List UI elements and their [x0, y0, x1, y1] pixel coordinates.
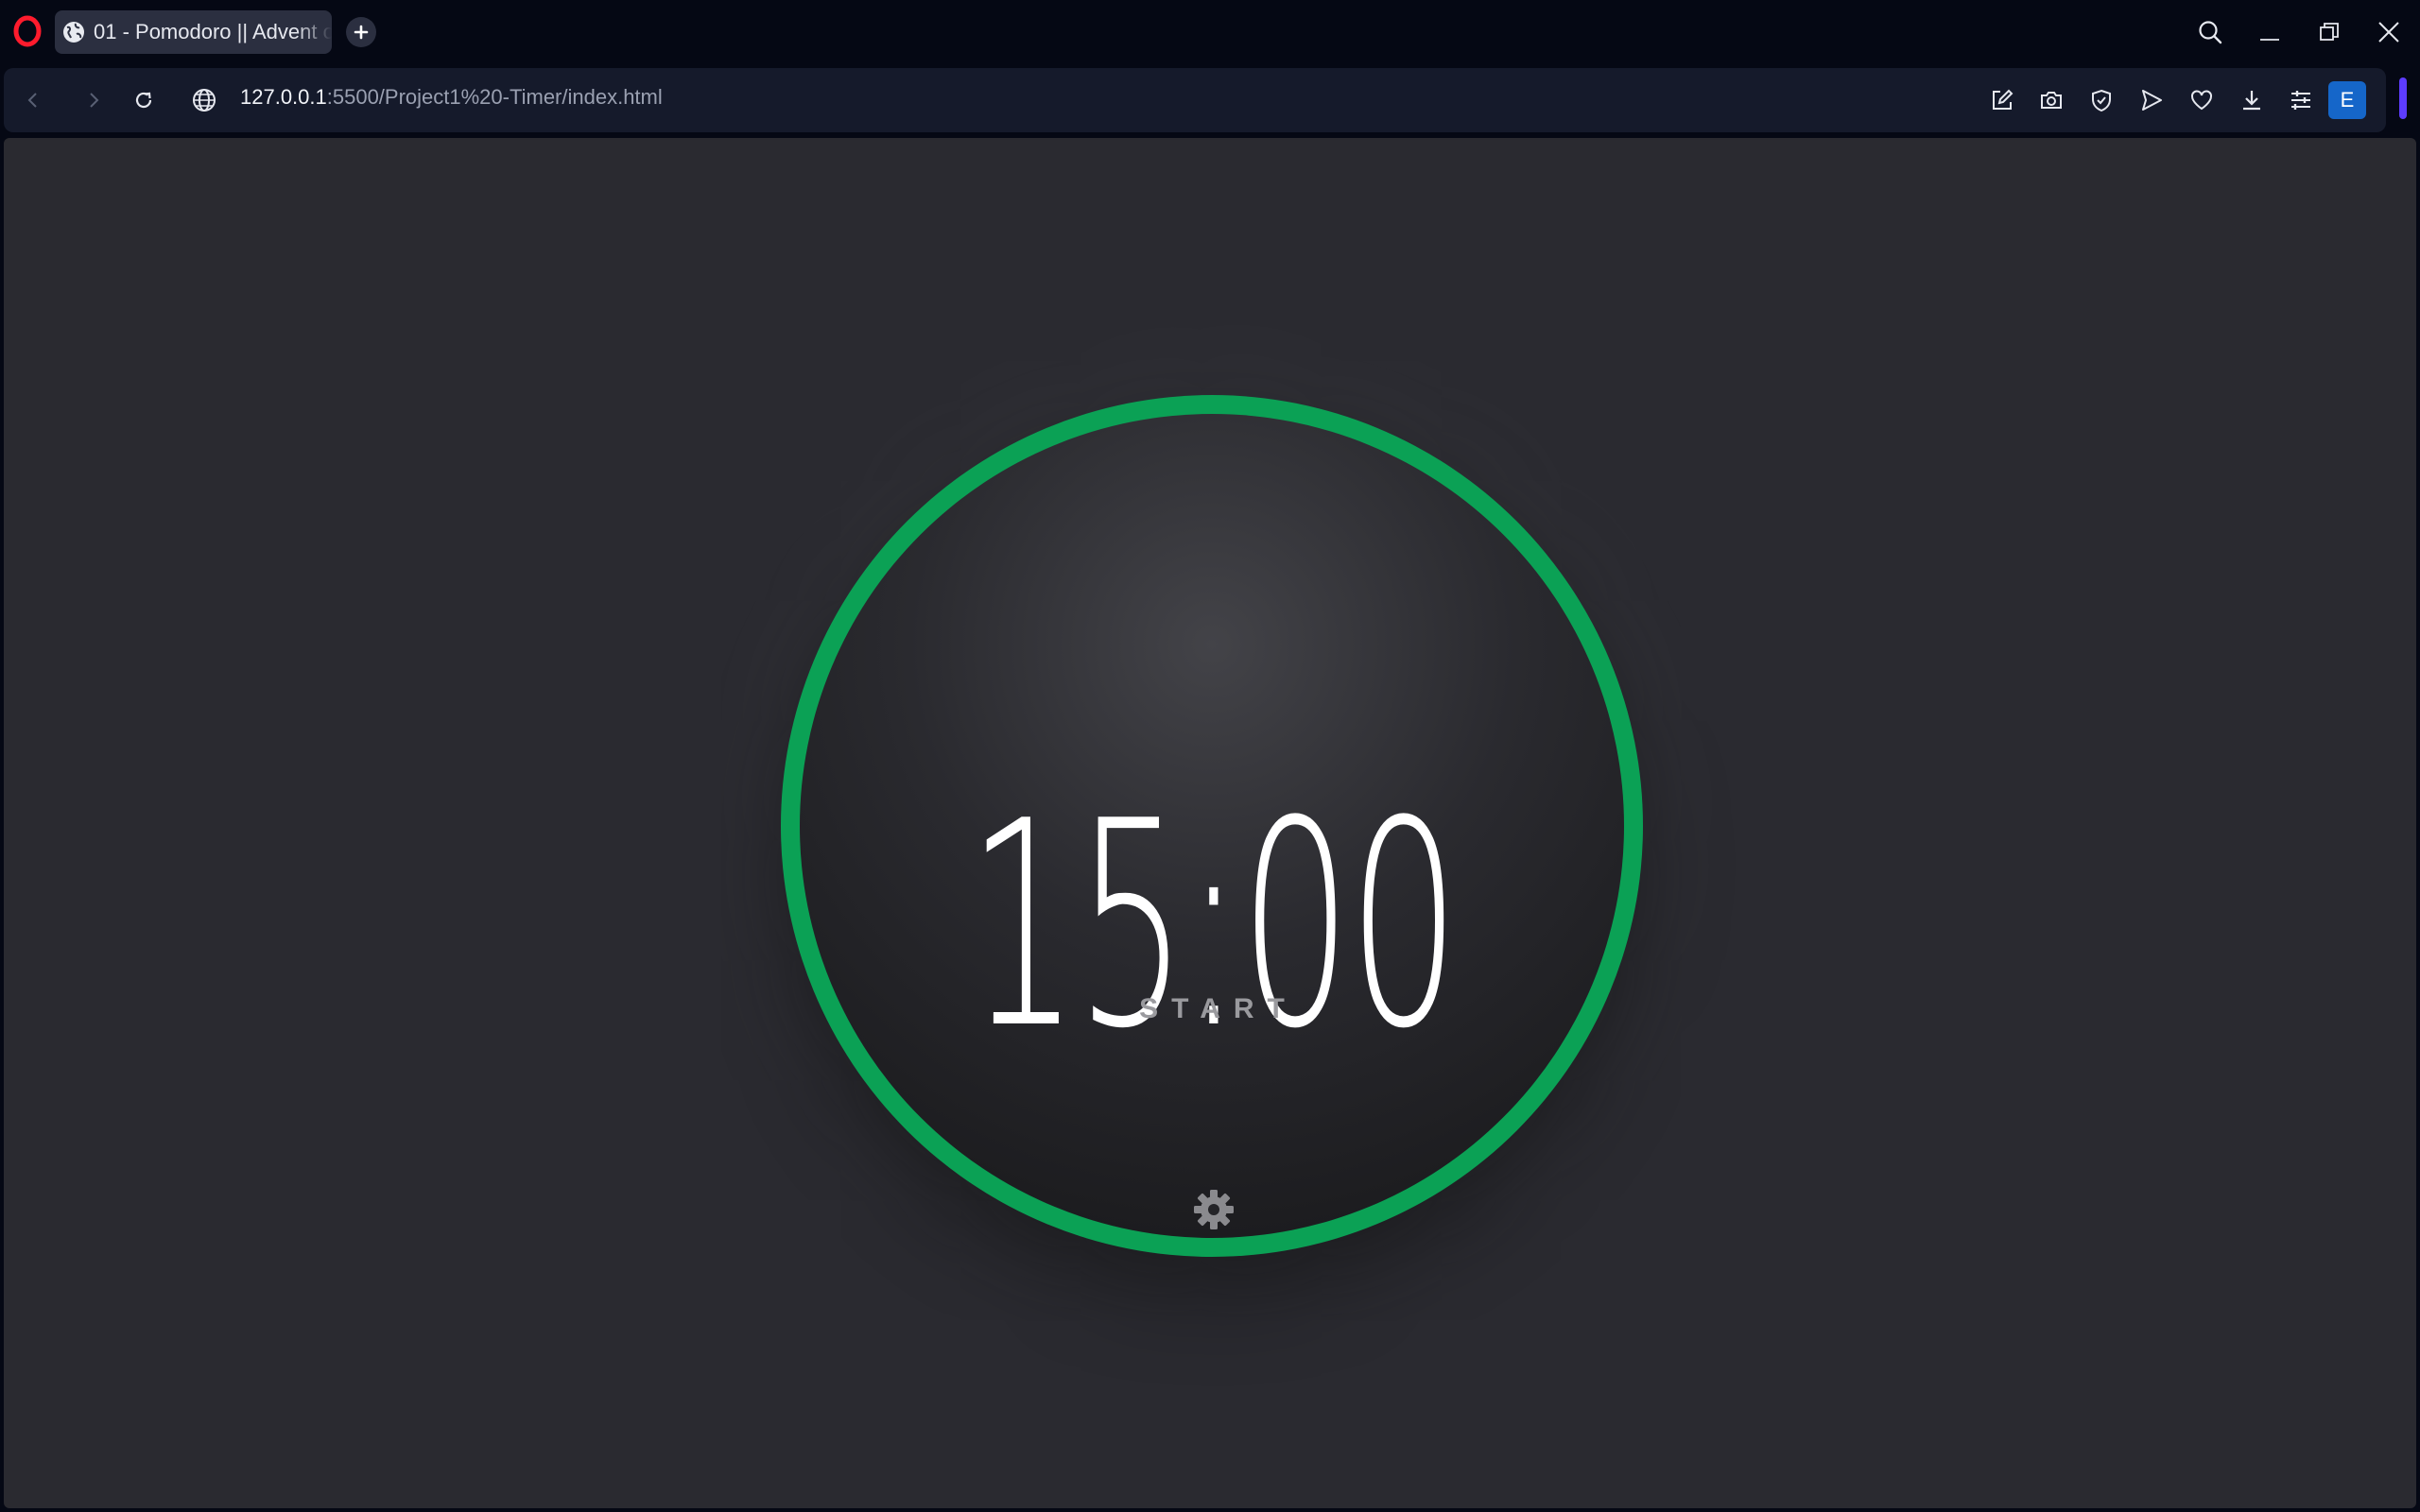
shield-icon [2092, 89, 2111, 112]
snapshot-button[interactable] [2035, 84, 2067, 116]
gear-icon[interactable] [1192, 1188, 1236, 1231]
reload-icon [135, 92, 152, 109]
url-host: 127.0.0.1 [240, 85, 327, 109]
browser-toolbar: 127.0.0.1:5500/Project1%20-Timer/index.h… [4, 68, 2386, 132]
plus-icon [354, 25, 369, 40]
download-icon [2243, 91, 2260, 111]
flow-send-button[interactable] [2135, 84, 2168, 116]
close-window-button[interactable] [2374, 17, 2404, 47]
search-icon [2199, 21, 2222, 44]
site-info-button[interactable] [188, 84, 220, 116]
back-button[interactable] [17, 84, 49, 116]
heart-icon [2191, 90, 2212, 111]
minimize-icon [2260, 39, 2279, 41]
close-icon [2378, 22, 2399, 43]
bookmark-button[interactable] [2186, 84, 2218, 116]
globe-icon [63, 22, 84, 43]
globe-icon [193, 89, 216, 112]
timer-seconds[interactable]: 00 [1239, 761, 1460, 1091]
timer-clock: 15:00 START [781, 395, 1643, 1257]
camera-icon [2041, 92, 2062, 109]
new-tab-button[interactable] [346, 17, 376, 47]
timer-minutes[interactable]: 15 [967, 761, 1187, 1091]
tab-title: 01 - Pomodoro || Advent of CSS [94, 20, 332, 43]
minimize-window-button[interactable] [2255, 17, 2285, 47]
browser-tab[interactable]: 01 - Pomodoro || Advent of CSS [55, 10, 332, 54]
sidebar-accent-bar [2399, 77, 2407, 119]
reload-button[interactable] [128, 84, 160, 116]
send-icon [2142, 90, 2162, 111]
snapshot-edit-button[interactable] [1986, 84, 2018, 116]
search-tabs-button[interactable] [2195, 17, 2225, 47]
opera-logo-icon[interactable] [13, 15, 42, 47]
browser-tab-strip: 01 - Pomodoro || Advent of CSS [0, 0, 2420, 66]
downloads-button[interactable] [2236, 84, 2268, 116]
easy-setup-button[interactable] [2285, 84, 2317, 116]
start-button[interactable]: START [781, 992, 1643, 1026]
page-viewport: 15:00 START [4, 138, 2416, 1508]
chevron-left-icon [27, 93, 37, 108]
profile-avatar-button[interactable]: E [2328, 81, 2366, 119]
edit-icon [1993, 89, 2014, 110]
address-bar-url[interactable]: 127.0.0.1:5500/Project1%20-Timer/index.h… [240, 85, 663, 110]
easy-setup-icon [2291, 91, 2310, 110]
forward-button[interactable] [78, 84, 110, 116]
vpn-adblock-button[interactable] [2085, 84, 2118, 116]
url-path: :5500/Project1%20-Timer/index.html [326, 85, 663, 109]
timer-separator: : [1184, 761, 1244, 1091]
chevron-right-icon [90, 93, 99, 108]
restore-window-button[interactable] [2314, 17, 2344, 47]
restore-icon [2320, 23, 2339, 41]
